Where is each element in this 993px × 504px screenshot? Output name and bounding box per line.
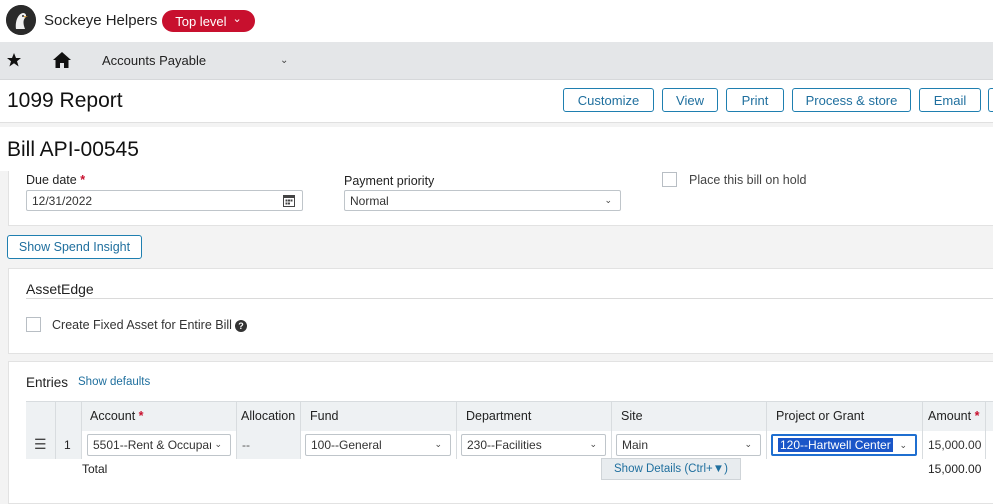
due-date-input[interactable]: 12/31/2022 [26, 190, 303, 211]
show-defaults-link[interactable]: Show defaults [78, 376, 150, 388]
allocation-value: -- [242, 438, 250, 452]
chevron-down-icon: ⌄ [899, 440, 907, 450]
column-header-account: Account * [90, 409, 144, 423]
column-divider [766, 401, 767, 459]
entries-title: Entries [26, 375, 69, 390]
chevron-down-icon: ⌄ [604, 195, 612, 205]
chevron-down-icon: ⌄ [232, 13, 242, 25]
column-header-allocation: Allocation [241, 409, 296, 423]
column-divider [985, 401, 986, 459]
company-logo[interactable] [6, 5, 36, 35]
bill-title: Bill API-00545 [7, 138, 139, 161]
calendar-icon[interactable] [283, 194, 295, 210]
column-divider [456, 401, 457, 459]
column-divider [300, 401, 301, 459]
row-number: 1 [64, 438, 71, 452]
show-details-button[interactable]: Show Details (Ctrl+▼) [601, 458, 741, 480]
column-header-fund: Fund [310, 409, 339, 423]
column-header-department: Department [466, 409, 532, 423]
fund-select[interactable]: 100--General ⌄ [305, 434, 451, 456]
chevron-down-icon[interactable]: ⌄ [280, 55, 288, 66]
account-select[interactable]: 5501--Rent & Occupar ⌄ [87, 434, 231, 456]
entity-level-label: Top level [175, 13, 227, 29]
entity-level-dropdown[interactable]: Top level ⌄ [162, 10, 255, 32]
home-icon[interactable] [52, 51, 72, 69]
assetedge-title: AssetEdge [26, 281, 94, 297]
site-select[interactable]: Main ⌄ [616, 434, 761, 456]
total-amount: 15,000.00 [928, 462, 982, 476]
column-divider [611, 401, 612, 459]
column-divider [236, 401, 237, 459]
column-divider [81, 401, 82, 459]
column-header-project: Project or Grant [776, 409, 865, 423]
fixed-asset-checkbox[interactable] [26, 317, 41, 332]
module-selector[interactable]: Accounts Payable [102, 53, 206, 68]
column-divider [922, 401, 923, 459]
assetedge-panel [8, 268, 993, 354]
customize-button[interactable]: Customize [563, 88, 654, 112]
chevron-down-icon: ⌄ [434, 439, 442, 449]
process-store-button[interactable]: Process & store [792, 88, 911, 112]
divider [26, 298, 993, 299]
column-header-site: Site [621, 409, 643, 423]
view-button[interactable]: View [662, 88, 718, 112]
page-title: 1099 Report [7, 89, 123, 112]
email-button[interactable]: Email [919, 88, 981, 112]
due-date-label: Due date * [26, 173, 86, 187]
chevron-down-icon: ⌄ [744, 439, 752, 449]
bill-header [0, 127, 993, 171]
column-header-amount: Amount * [928, 409, 980, 423]
help-icon[interactable]: ? [234, 319, 247, 332]
company-name: Sockeye Helpers [44, 12, 158, 29]
chevron-down-icon: ⌄ [589, 439, 597, 449]
hold-checkbox[interactable] [662, 172, 677, 187]
row-menu-icon[interactable]: ☰ [34, 436, 47, 453]
project-select[interactable]: 120--Hartwell Center ⌄ [771, 434, 917, 456]
total-row [26, 459, 993, 479]
print-button[interactable]: Print [726, 88, 784, 112]
show-spend-insight-button[interactable]: Show Spend Insight [7, 235, 142, 259]
column-divider [55, 401, 56, 459]
payment-priority-select[interactable]: Normal ⌄ [344, 190, 621, 211]
hold-label: Place this bill on hold [689, 173, 807, 187]
amount-value[interactable]: 15,000.00 [928, 438, 981, 452]
total-label: Total [82, 462, 108, 476]
fixed-asset-label: Create Fixed Asset for Entire Bill? [52, 318, 247, 332]
more-button[interactable] [988, 88, 993, 112]
department-select[interactable]: 230--Facilities ⌄ [461, 434, 606, 456]
star-icon[interactable] [6, 52, 22, 68]
payment-priority-label: Payment priority [344, 174, 435, 188]
chevron-down-icon: ⌄ [214, 439, 222, 449]
